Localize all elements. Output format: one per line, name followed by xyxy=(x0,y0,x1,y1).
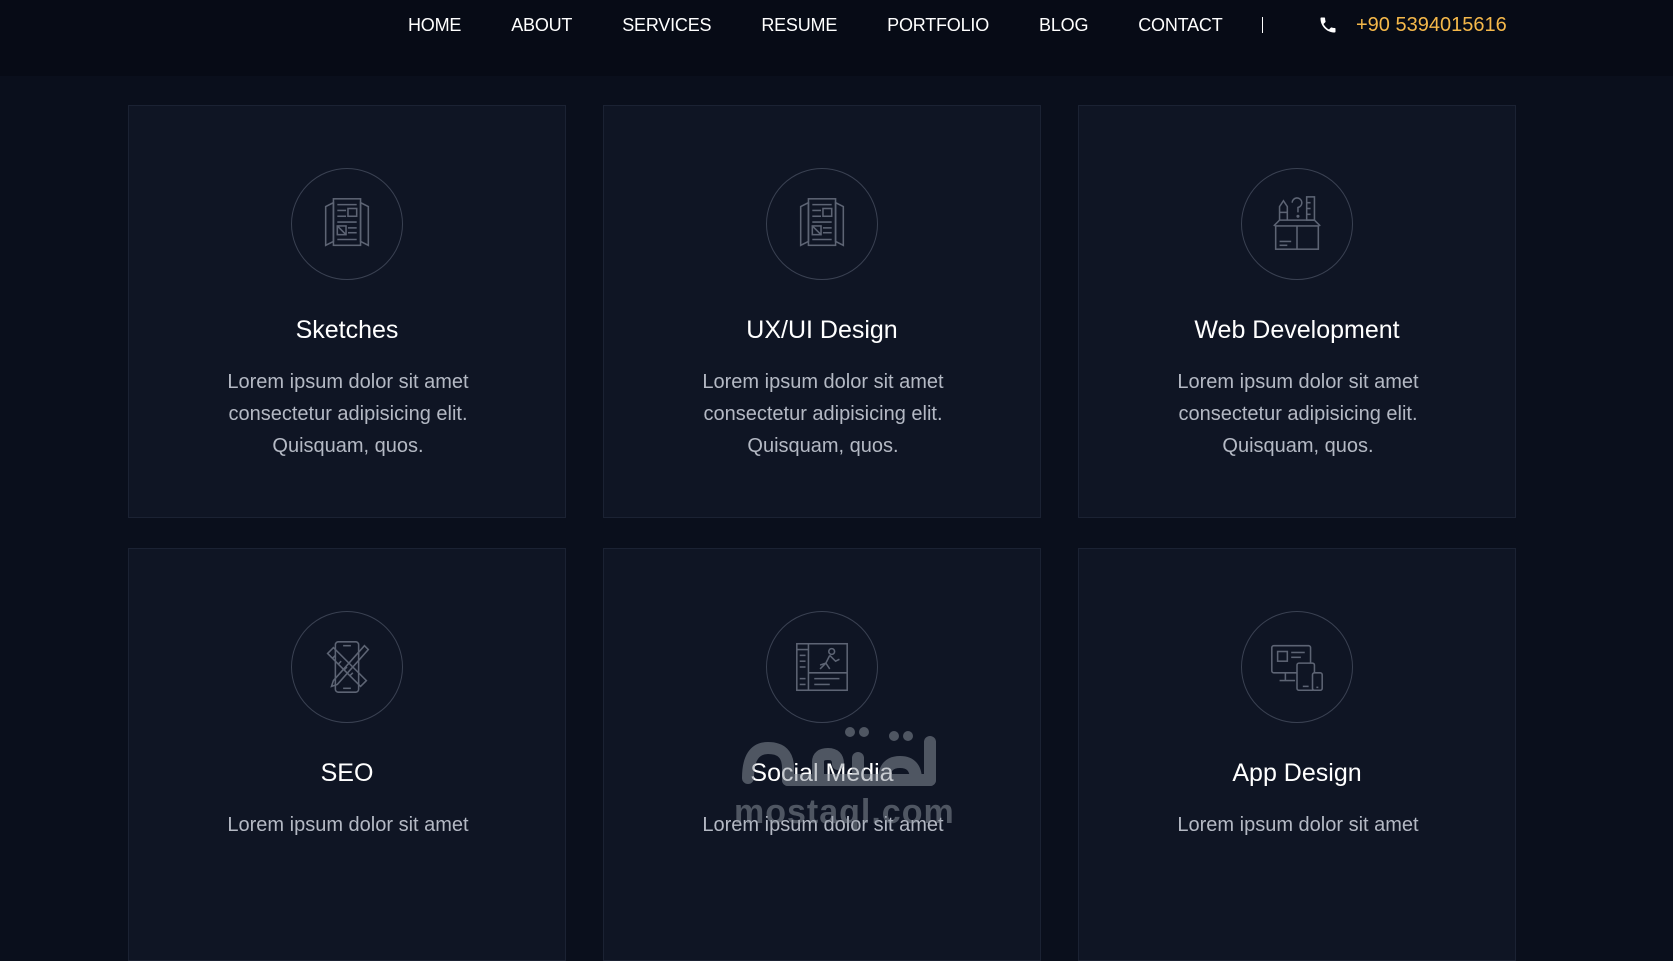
blueprint-icon xyxy=(766,168,878,280)
service-description: Lorem ipsum dolor sit amet xyxy=(227,814,469,836)
header-bar: HOME ABOUT SERVICES RESUME PORTFOLIO BLO… xyxy=(0,0,1673,76)
service-card-social-media[interactable]: Social Media Lorem ipsum dolor sit amet xyxy=(603,548,1041,961)
nav-blog[interactable]: BLOG xyxy=(1039,15,1088,36)
nav-about[interactable]: ABOUT xyxy=(511,15,572,36)
nav-contact[interactable]: CONTACT xyxy=(1138,15,1222,36)
service-title: Social Media xyxy=(750,759,894,787)
nav-services[interactable]: SERVICES xyxy=(622,15,711,36)
devices-icon xyxy=(1241,611,1353,723)
service-description: Lorem ipsum dolor sit amet consectetur a… xyxy=(1177,371,1419,457)
service-card-web-development[interactable]: Web Development Lorem ipsum dolor sit am… xyxy=(1078,105,1516,518)
service-title: App Design xyxy=(1232,759,1362,787)
storyboard-icon xyxy=(766,611,878,723)
ruler-pencil-phone-icon xyxy=(291,611,403,723)
service-title: Sketches xyxy=(295,316,399,344)
service-title: Web Development xyxy=(1194,316,1400,344)
phone-icon xyxy=(1318,15,1338,35)
main-nav: HOME ABOUT SERVICES RESUME PORTFOLIO BLO… xyxy=(408,14,1273,36)
service-title: UX/UI Design xyxy=(746,316,898,344)
phone-link[interactable]: +90 5394015616 xyxy=(1318,12,1507,38)
phone-number[interactable]: +90 5394015616 xyxy=(1356,14,1507,37)
nav-divider xyxy=(1262,17,1263,33)
blueprint-icon xyxy=(291,168,403,280)
service-card-app-design[interactable]: App Design Lorem ipsum dolor sit amet xyxy=(1078,548,1516,961)
nav-portfolio[interactable]: PORTFOLIO xyxy=(887,15,989,36)
service-description: Lorem ipsum dolor sit amet consectetur a… xyxy=(227,371,469,457)
service-description: Lorem ipsum dolor sit amet xyxy=(1177,814,1419,836)
design-box-icon xyxy=(1241,168,1353,280)
service-description: Lorem ipsum dolor sit amet consectetur a… xyxy=(702,371,944,457)
service-title: SEO xyxy=(320,759,374,787)
nav-resume[interactable]: RESUME xyxy=(761,15,837,36)
service-card-sketches[interactable]: Sketches Lorem ipsum dolor sit amet cons… xyxy=(128,105,566,518)
nav-home[interactable]: HOME xyxy=(408,15,461,36)
service-card-seo[interactable]: SEO Lorem ipsum dolor sit amet xyxy=(128,548,566,961)
service-description: Lorem ipsum dolor sit amet xyxy=(702,814,944,836)
service-card-ux-ui-design[interactable]: UX/UI Design Lorem ipsum dolor sit amet … xyxy=(603,105,1041,518)
